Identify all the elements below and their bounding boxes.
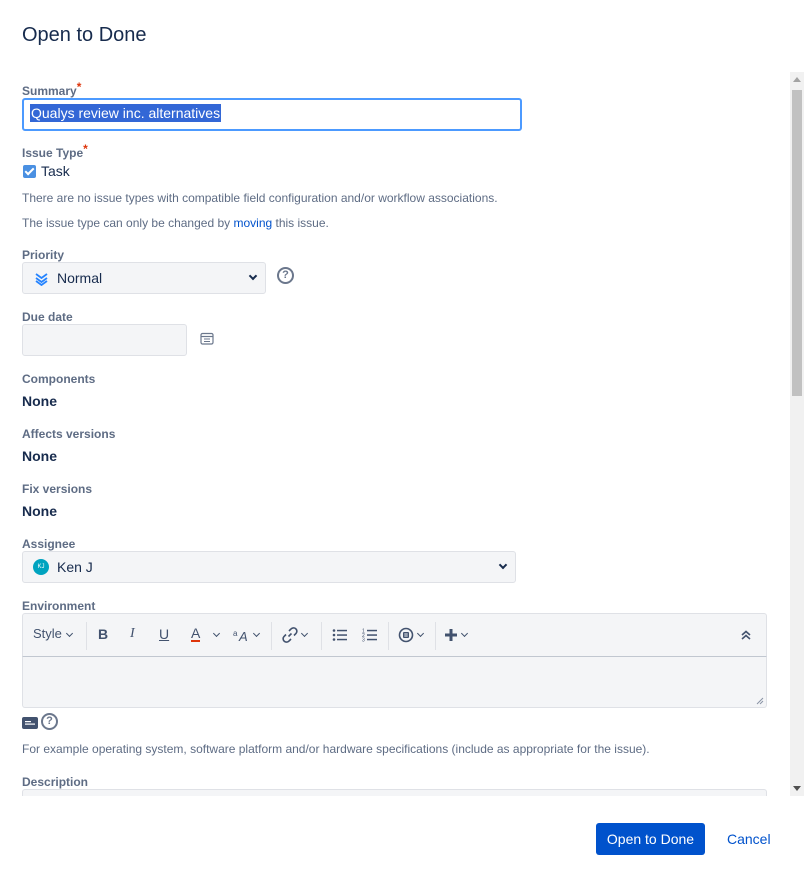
svg-text:a: a <box>233 629 238 638</box>
help-icon[interactable]: ? <box>277 267 294 284</box>
form-content: Summary* Qualys review inc. alternatives… <box>0 72 790 796</box>
issue-type-note: There are no issue types with compatible… <box>22 191 498 205</box>
calendar-icon[interactable] <box>200 332 214 345</box>
bullet-list-icon[interactable] <box>332 628 348 642</box>
collapse-toolbar-icon[interactable] <box>740 630 752 640</box>
plus-icon[interactable] <box>444 628 458 642</box>
components-label: Components <box>22 372 96 386</box>
scroll-down-icon[interactable] <box>793 786 801 791</box>
description-label: Description <box>22 775 89 789</box>
priority-normal-icon <box>35 273 48 286</box>
fix-versions-value: None <box>22 503 57 519</box>
affects-versions-label: Affects versions <box>22 427 116 441</box>
resize-handle-icon[interactable] <box>756 697 764 705</box>
summary-input[interactable]: Qualys review inc. alternatives <box>22 98 522 131</box>
priority-label: Priority <box>22 248 65 262</box>
cancel-button[interactable]: Cancel <box>727 831 771 847</box>
affects-versions-value: None <box>22 448 57 464</box>
summary-label: Summary* <box>22 80 82 98</box>
emoji-icon[interactable] <box>398 627 414 643</box>
due-date-input[interactable] <box>22 324 187 356</box>
priority-value: Normal <box>57 270 103 286</box>
chevron-down-icon <box>300 629 309 638</box>
priority-select[interactable]: Normal <box>22 262 266 294</box>
environment-label: Environment <box>22 599 96 613</box>
scroll-thumb[interactable] <box>792 90 802 396</box>
issue-type-label: Issue Type* <box>22 142 88 160</box>
environment-textarea[interactable] <box>22 657 767 708</box>
fix-versions-label: Fix versions <box>22 482 93 496</box>
underline-button[interactable]: U <box>159 626 169 642</box>
description-toolbar <box>22 789 767 796</box>
dialog-title: Open to Done <box>22 24 147 46</box>
issue-type-value-row: Task <box>23 163 70 179</box>
toolbar-divider <box>321 622 322 650</box>
summary-value: Qualys review inc. alternatives <box>30 104 222 122</box>
environment-hint: For example operating system, software p… <box>22 742 650 756</box>
toolbar-divider <box>388 622 389 650</box>
assignee-value: Ken J <box>57 559 93 575</box>
svg-text:3: 3 <box>362 638 365 643</box>
chevron-down-icon <box>460 629 469 638</box>
required-mark: * <box>76 80 82 94</box>
task-icon <box>23 164 36 178</box>
help-icon[interactable]: ? <box>41 713 58 730</box>
components-value: None <box>22 393 57 409</box>
chevron-down-icon <box>252 629 261 638</box>
toolbar-divider <box>435 622 436 650</box>
link-icon[interactable] <box>281 626 299 644</box>
due-date-label: Due date <box>22 310 73 324</box>
bold-button[interactable]: B <box>98 626 108 642</box>
avatar: KJ <box>33 559 49 575</box>
assignee-select[interactable]: KJ Ken J <box>22 551 516 583</box>
issue-type-value: Task <box>41 163 70 179</box>
chevron-down-icon <box>498 560 508 570</box>
issue-type-move-note: The issue type can only be changed by mo… <box>22 216 329 230</box>
chevron-down-icon <box>65 629 74 638</box>
scroll-up-icon[interactable] <box>793 77 801 82</box>
text-mode-icon[interactable] <box>22 717 38 729</box>
toolbar-divider <box>271 622 272 650</box>
text-formatting-icon[interactable]: a A <box>233 628 251 642</box>
chevron-down-icon <box>212 629 221 638</box>
submit-button[interactable]: Open to Done <box>596 823 705 855</box>
scrollbar[interactable] <box>790 72 804 796</box>
svg-text:A: A <box>238 629 248 642</box>
italic-button[interactable]: I <box>130 626 135 642</box>
moving-link[interactable]: moving <box>233 216 272 230</box>
text-color-button[interactable]: A <box>191 626 201 642</box>
chevron-down-icon <box>416 629 425 638</box>
numbered-list-icon[interactable]: 1 2 3 <box>362 628 378 642</box>
required-mark: * <box>83 142 88 156</box>
style-dropdown[interactable]: Style <box>33 626 62 641</box>
assignee-label: Assignee <box>22 537 76 551</box>
editor-toolbar: Style B I U A a A 1 2 3 <box>22 613 767 657</box>
chevron-down-icon <box>248 271 258 281</box>
toolbar-divider <box>86 622 87 650</box>
